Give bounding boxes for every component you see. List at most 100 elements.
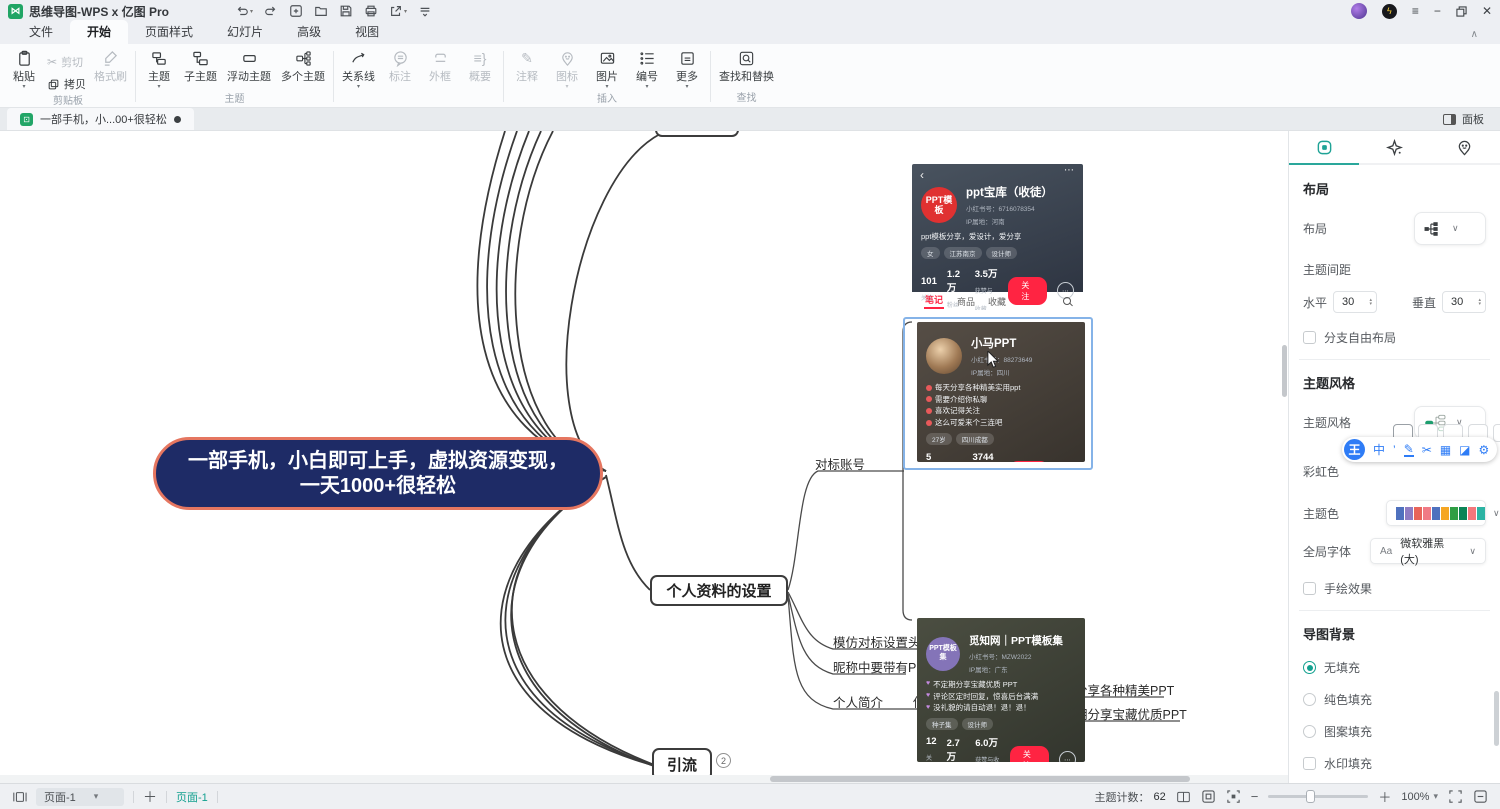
stepper-arrows-icon[interactable]: ▴▾: [1370, 298, 1373, 307]
zoom-slider-thumb[interactable]: [1306, 790, 1315, 803]
callout-button[interactable]: 标注: [380, 46, 420, 84]
focus-topic-icon[interactable]: [1226, 789, 1241, 804]
picture-button[interactable]: 图片▾: [587, 46, 627, 90]
screenshot-mizhiwang[interactable]: PPT模板集 觅知网｜PPT模板集 小红书号：MZW2022 IP属地：广东 ♥…: [917, 618, 1085, 762]
profile-setup-node[interactable]: 个人资料的设置: [650, 575, 788, 606]
icon-button[interactable]: 图标▾: [547, 46, 587, 90]
rainbow-option[interactable]: [1493, 424, 1500, 442]
fullscreen-icon[interactable]: [1448, 789, 1463, 804]
customize-toolbar-button[interactable]: [418, 4, 432, 18]
undo-button[interactable]: ▾: [235, 4, 253, 18]
zoom-in-button[interactable]: ＋: [1378, 787, 1391, 806]
close-button[interactable]: ✕: [1482, 5, 1492, 17]
theme-color-dropdown[interactable]: ∨: [1386, 500, 1486, 526]
save-button[interactable]: [339, 4, 353, 18]
tab-view[interactable]: 视图: [338, 20, 396, 44]
panel-toggle-button[interactable]: 面板: [1427, 108, 1500, 130]
watermark-fill-checkbox[interactable]: [1303, 757, 1316, 770]
free-branch-layout-checkbox[interactable]: [1303, 331, 1316, 344]
pattern-fill-radio[interactable]: [1303, 725, 1316, 738]
page-panel-icon[interactable]: [12, 790, 27, 804]
tab-file[interactable]: 文件: [12, 20, 70, 44]
tab-page-style[interactable]: 页面样式: [128, 20, 210, 44]
user-avatar[interactable]: [1351, 3, 1367, 19]
global-font-dropdown[interactable]: Aa 微软雅黑 (大) ∨: [1370, 538, 1486, 564]
vertical-scrollbar-thumb[interactable]: [1282, 345, 1287, 397]
zoom-slider[interactable]: [1268, 795, 1368, 798]
collapse-statusbar-icon[interactable]: [1473, 789, 1488, 804]
more-button[interactable]: 更多▾: [667, 46, 707, 90]
ime-lang-icon[interactable]: 中: [1373, 444, 1385, 456]
multiple-topics-button[interactable]: 多个主题: [276, 46, 330, 84]
stepper-arrows-icon[interactable]: ▴▾: [1478, 298, 1481, 307]
ime-pen-icon[interactable]: ✎: [1404, 443, 1414, 457]
summary-button[interactable]: ≡} 概要: [460, 46, 500, 84]
topic-node-partial[interactable]: [655, 131, 739, 137]
branch-bio[interactable]: 个人简介: [833, 692, 883, 711]
no-fill-radio[interactable]: [1303, 661, 1316, 674]
find-replace-button[interactable]: 查找和替换: [714, 46, 779, 84]
active-page-tab[interactable]: 页面-1: [176, 789, 208, 805]
redo-button[interactable]: [264, 4, 278, 18]
ime-scissors-icon[interactable]: ✂: [1422, 444, 1432, 456]
menu-icon[interactable]: ≡: [1412, 5, 1419, 17]
vertical-spacing-stepper[interactable]: 30 ▴▾: [1442, 291, 1486, 313]
profile-name: 小马PPT: [971, 335, 1032, 351]
undo-caret-icon[interactable]: ▾: [250, 8, 253, 15]
mindmap-canvas[interactable]: 一部手机，小白即可上手，虚拟资源变现，一天1000+很轻松 个人资料的设置 引流…: [0, 131, 1288, 783]
central-topic-node[interactable]: 一部手机，小白即可上手，虚拟资源变现，一天1000+很轻松: [153, 437, 603, 510]
floating-topic-button[interactable]: 浮动主题: [222, 46, 276, 84]
collapse-ribbon-icon[interactable]: ∧: [1461, 27, 1488, 44]
emoji-bullet-icon: [926, 408, 932, 414]
ime-keyboard-icon[interactable]: ▦: [1440, 444, 1451, 456]
copy-button[interactable]: 拷贝: [47, 76, 86, 92]
print-button[interactable]: [364, 4, 378, 18]
cut-button[interactable]: ✂ 剪切: [47, 54, 86, 70]
horizontal-scrollbar-thumb[interactable]: [770, 776, 1190, 782]
ime-skin-icon[interactable]: ◪: [1459, 444, 1470, 456]
ime-logo-icon[interactable]: 王: [1344, 439, 1365, 460]
subtopic-button[interactable]: 子主题: [179, 46, 222, 84]
layout-dropdown[interactable]: ∨: [1414, 212, 1486, 245]
zoom-caret-icon[interactable]: ▾: [1433, 791, 1438, 802]
outer-frame-button[interactable]: 外框: [420, 46, 460, 84]
comment-button[interactable]: ✎ 注释: [507, 46, 547, 84]
topic-button[interactable]: 主题▾: [139, 46, 179, 90]
numbering-button[interactable]: 编号▾: [627, 46, 667, 90]
split-view-icon[interactable]: [1176, 790, 1191, 804]
document-tab[interactable]: ⊡ 一部手机，小...00+很轻松: [7, 108, 194, 130]
paste-button[interactable]: 粘贴▾: [4, 46, 44, 90]
zoom-value[interactable]: 100%: [1401, 791, 1429, 803]
new-document-button[interactable]: [289, 4, 303, 18]
relation-line-button[interactable]: 关系线▾: [337, 46, 380, 90]
hand-drawn-checkbox[interactable]: [1303, 582, 1316, 595]
tab-ai-effects[interactable]: [1359, 131, 1429, 163]
scissors-icon: ✂: [47, 56, 57, 68]
fit-map-icon[interactable]: [1201, 789, 1216, 804]
open-folder-button[interactable]: [314, 4, 328, 18]
page-selector[interactable]: 页面-1 ▾: [36, 788, 124, 806]
share-caret-icon[interactable]: ▾: [404, 8, 407, 15]
minimize-button[interactable]: −: [1434, 5, 1441, 17]
zoom-out-button[interactable]: −: [1251, 789, 1259, 804]
restore-button[interactable]: [1456, 6, 1467, 17]
tab-home[interactable]: 开始: [70, 20, 128, 44]
ime-settings-icon[interactable]: ⚙: [1479, 444, 1490, 456]
horizontal-scrollbar[interactable]: [0, 775, 1288, 783]
tab-stickers[interactable]: [1430, 131, 1500, 163]
solid-fill-radio[interactable]: [1303, 693, 1316, 706]
screenshot-xiaoma-ppt[interactable]: 小马PPT 小红书号：88273649 IP属地：四川 每天分享各种精美实用pp…: [917, 322, 1085, 462]
tab-slides[interactable]: 幻灯片: [210, 20, 280, 44]
screenshot-ppt-baoku[interactable]: ‹ ⋯ PPT模板 ppt宝库（收徒） 小红书号：6716078354 IP属地…: [912, 164, 1083, 310]
tab-advanced[interactable]: 高级: [280, 20, 338, 44]
panel-scrollbar-thumb[interactable]: [1494, 691, 1499, 746]
membership-badge-icon[interactable]: ϟ: [1382, 4, 1397, 19]
collapsed-branch-badge[interactable]: 2: [716, 753, 731, 768]
tab-layout-style[interactable]: [1289, 131, 1359, 165]
share-button[interactable]: ▾: [389, 4, 407, 18]
horizontal-spacing-stepper[interactable]: 30 ▴▾: [1333, 291, 1377, 313]
branch-benchmark-account[interactable]: 对标账号: [815, 454, 865, 473]
ime-punctuation-icon[interactable]: ’: [1393, 444, 1396, 456]
format-painter-button[interactable]: 格式刷: [89, 46, 132, 84]
add-page-button[interactable]: ＋: [143, 787, 157, 807]
